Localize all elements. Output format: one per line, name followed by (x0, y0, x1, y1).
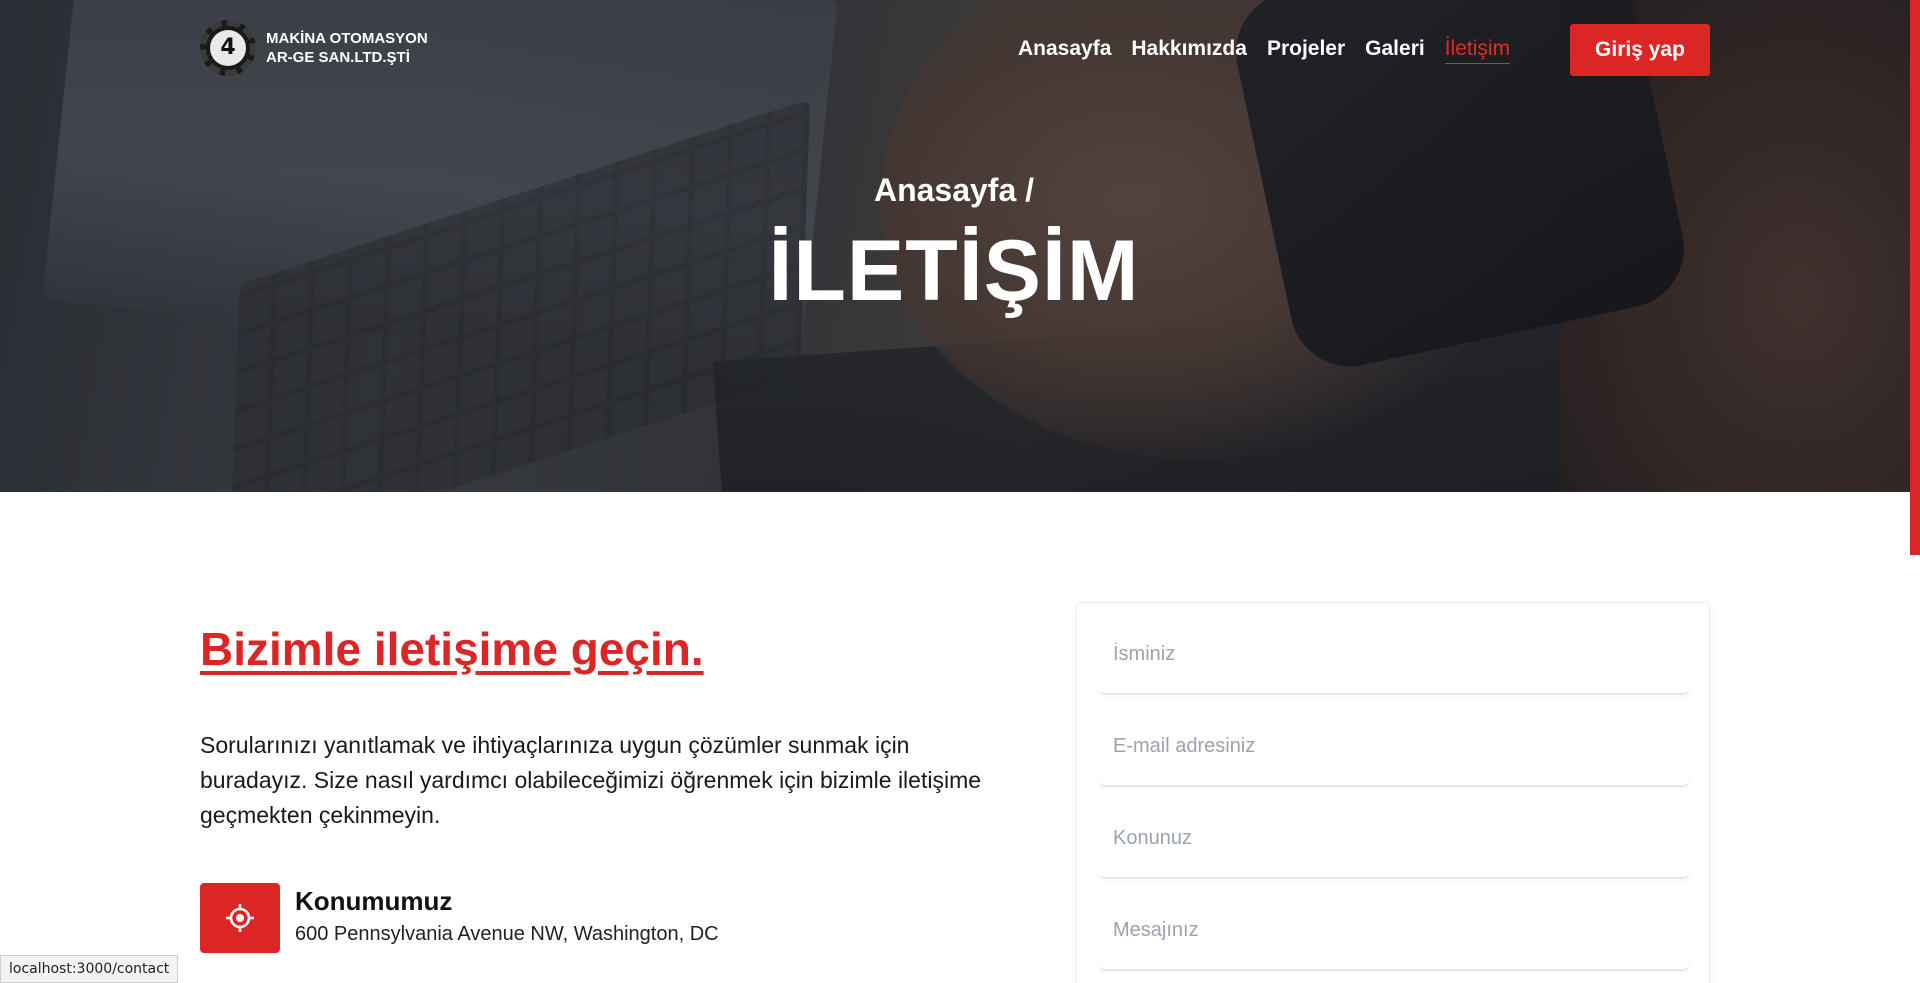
location-icon-box (200, 883, 280, 953)
nav-item-iletisim[interactable]: İletişim (1444, 37, 1511, 64)
email-input[interactable] (1099, 707, 1689, 787)
right-accent-bar (1910, 0, 1920, 555)
message-input[interactable] (1099, 891, 1689, 971)
nav-item-galeri[interactable]: Galeri (1365, 37, 1425, 64)
logo-mark-text: 4 (210, 30, 246, 66)
nav-item-hakkimizda[interactable]: Hakkımızda (1131, 37, 1247, 64)
page-title: İLETİŞİM (768, 223, 1140, 319)
brand-line-2: AR-GE SAN.LTD.ŞTİ (266, 49, 410, 66)
name-input[interactable] (1099, 615, 1689, 695)
location-title: Konumumuz (295, 886, 453, 916)
subject-input[interactable] (1099, 799, 1689, 879)
brand-logo[interactable]: 4 MAKİNA OTOMASYON AR-GE SAN.LTD.ŞTİ (200, 20, 428, 76)
breadcrumb[interactable]: Anasayfa / (0, 172, 1908, 209)
main-nav: Anasayfa Hakkımızda Projeler Galeri İlet… (1018, 37, 1511, 64)
nav-item-anasayfa[interactable]: Anasayfa (1018, 37, 1111, 64)
contact-intro: Sorularınızı yanıtlamak ve ihtiyaçlarını… (200, 732, 982, 828)
brand-name: MAKİNA OTOMASYON AR-GE SAN.LTD.ŞTİ (266, 29, 428, 67)
login-button[interactable]: Giriş yap (1570, 24, 1710, 76)
contact-heading: Bizimle iletişime geçin. (200, 623, 704, 675)
browser-status-url: localhost:3000/contact (0, 955, 179, 983)
gear-logo-icon: 4 (200, 20, 256, 76)
brand-line-1: MAKİNA OTOMASYON (266, 30, 428, 47)
nav-item-projeler[interactable]: Projeler (1267, 37, 1345, 64)
contact-form (1076, 602, 1710, 983)
location-address: 600 Pennsylvania Avenue NW, Washington, … (295, 923, 719, 945)
location-target-icon (226, 904, 254, 932)
